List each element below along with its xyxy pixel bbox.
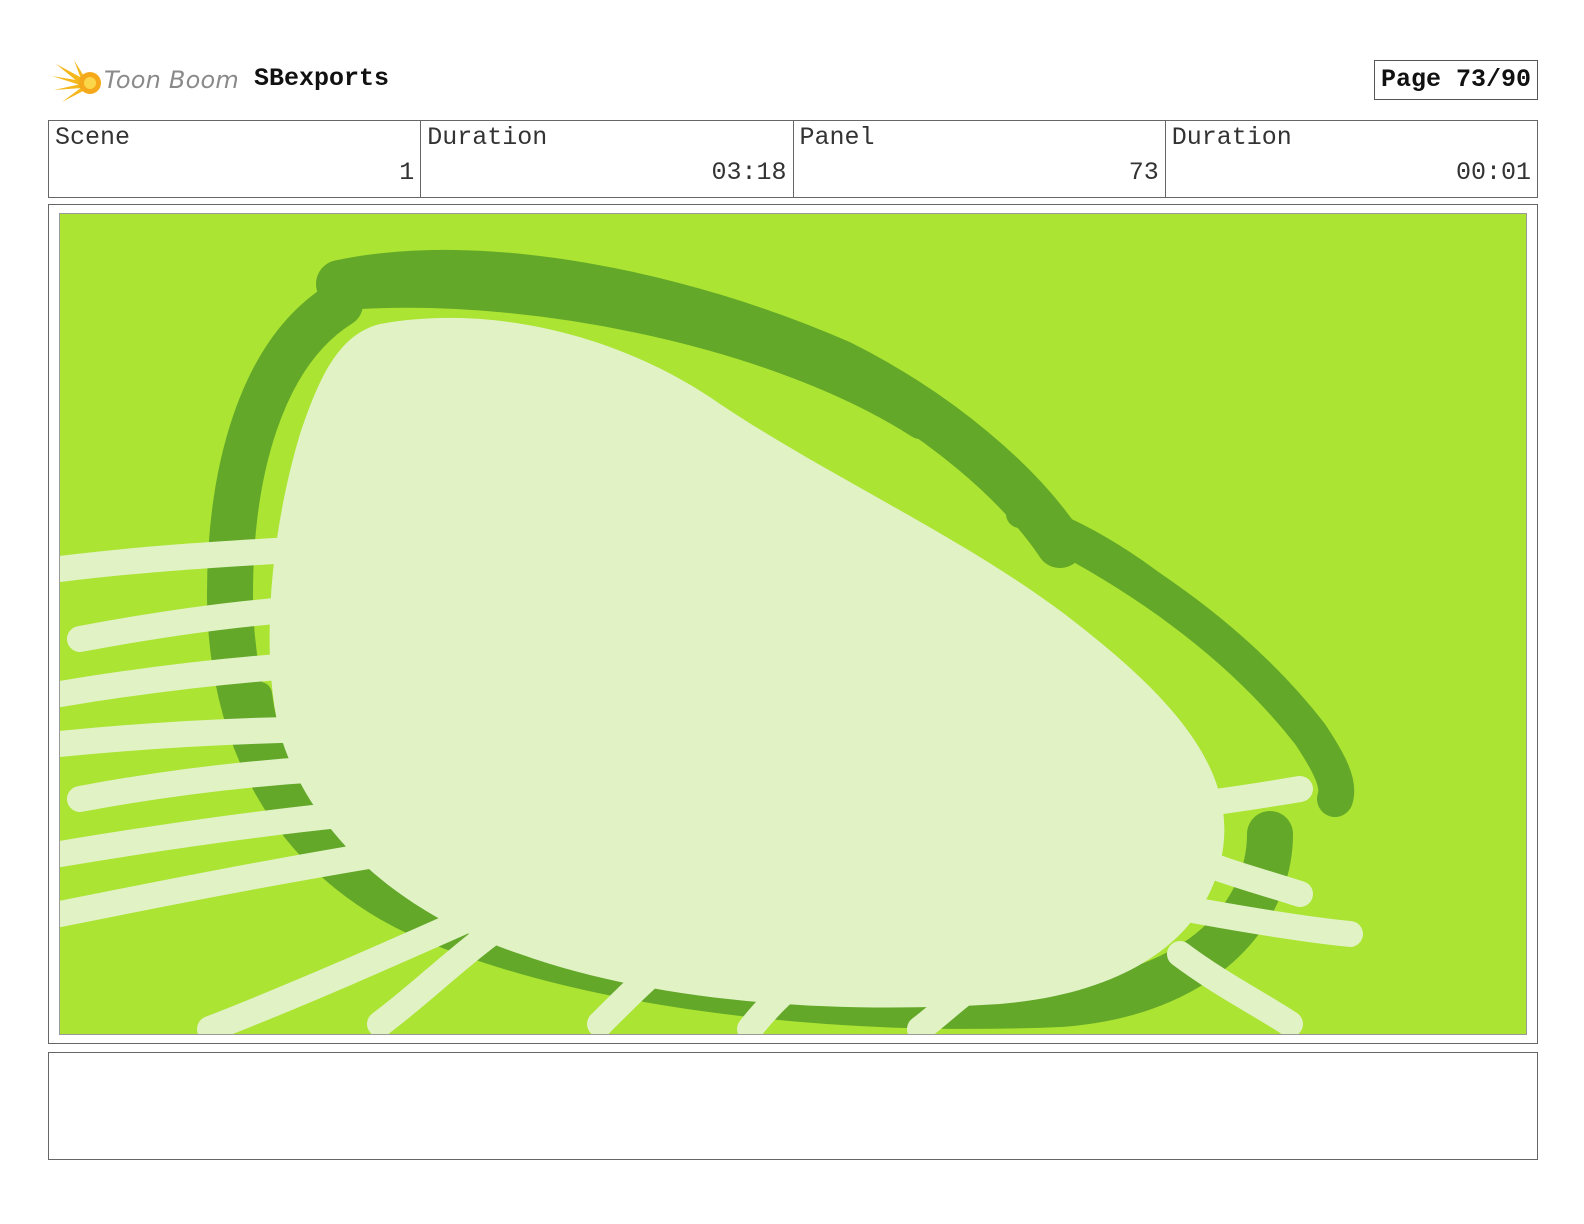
scene-cell: Scene 1 <box>49 121 422 197</box>
panel-drawing <box>60 214 1526 1034</box>
scene-value: 1 <box>399 158 415 187</box>
page-header: Toon Boom SBexports Page 73/90 <box>48 56 1538 108</box>
storyboard-panel-image <box>59 213 1527 1035</box>
panel-label: Panel <box>799 123 875 152</box>
page-indicator: Page 73/90 <box>1373 60 1538 100</box>
panel-duration-cell: Duration 00:01 <box>1166 121 1537 197</box>
panel-value: 73 <box>1128 158 1159 187</box>
scene-info-row: Scene 1 Duration 03:18 Panel 73 Duration… <box>48 120 1538 198</box>
scene-duration-cell: Duration 03:18 <box>421 121 794 197</box>
scene-label: Scene <box>55 123 131 152</box>
panel-duration-value: 00:01 <box>1455 158 1531 187</box>
scene-duration-value: 03:18 <box>711 158 787 187</box>
storyboard-panel-frame <box>48 204 1538 1044</box>
toon-boom-logo: Toon Boom <box>52 56 242 108</box>
panel-duration-label: Duration <box>1171 123 1292 152</box>
logo-text: Toon Boom <box>104 66 239 94</box>
panel-notes-box <box>48 1052 1538 1160</box>
panel-cell: Panel 73 <box>794 121 1166 197</box>
starburst-icon <box>52 60 101 102</box>
project-name: SBexports <box>254 64 390 93</box>
scene-duration-label: Duration <box>427 123 548 152</box>
